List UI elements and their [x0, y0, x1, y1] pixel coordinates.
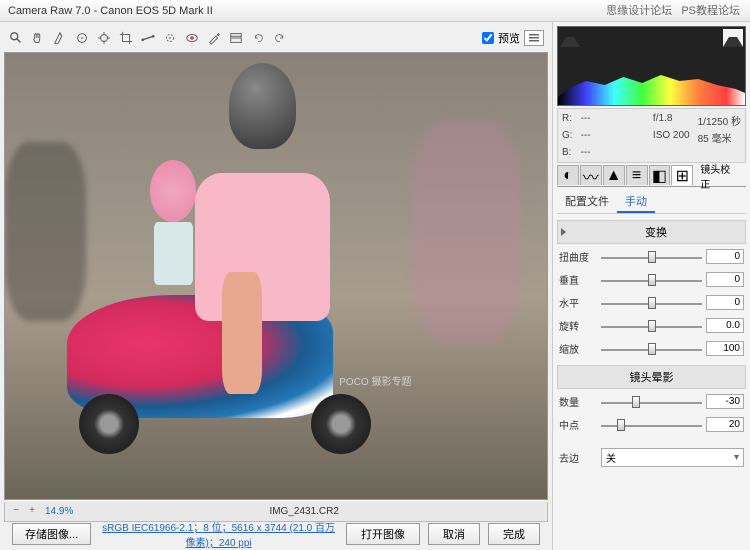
basic-tab-icon[interactable]: ◐ — [557, 165, 579, 185]
histogram[interactable] — [557, 26, 746, 106]
vertical-input[interactable] — [706, 272, 744, 287]
adjustment-brush-icon[interactable] — [206, 30, 222, 46]
scale-input[interactable] — [706, 341, 744, 356]
crop-tool-icon[interactable] — [118, 30, 134, 46]
midpoint-input[interactable] — [706, 417, 744, 432]
cancel-button[interactable]: 取消 — [428, 523, 480, 545]
panel-tabs: ◐ 〰 ▲ ≡ ◧ ⊞ 镜头校正 — [557, 165, 746, 187]
profile-subtab[interactable]: 配置文件 — [557, 191, 617, 213]
rotate-right-icon[interactable] — [272, 30, 288, 46]
zoom-tool-icon[interactable] — [8, 30, 24, 46]
detail-tab-icon[interactable]: ▲ — [603, 165, 625, 185]
rotate-slider[interactable] — [601, 319, 702, 333]
poco-watermark: POCO 摄影专题 — [339, 373, 411, 388]
target-adjust-icon[interactable] — [96, 30, 112, 46]
hand-tool-icon[interactable] — [30, 30, 46, 46]
preview-label: 预览 — [498, 30, 520, 46]
midpoint-slider[interactable] — [601, 418, 702, 432]
zoom-value[interactable]: 14.9% — [41, 506, 77, 517]
filename-label: IMG_2431.CR2 — [81, 506, 527, 517]
straighten-tool-icon[interactable] — [140, 30, 156, 46]
defringe-dropdown[interactable]: 关 — [601, 448, 744, 467]
split-tab-icon[interactable]: ◧ — [649, 165, 671, 185]
scale-slider[interactable] — [601, 342, 702, 356]
image-preview[interactable]: POCO 摄影专题 — [4, 52, 548, 500]
hsl-tab-icon[interactable]: ≡ — [626, 165, 648, 185]
white-balance-tool-icon[interactable] — [52, 30, 68, 46]
workflow-options-link[interactable]: sRGB IEC61966-2.1；8 位；5616 x 3744 (21.0 … — [99, 519, 338, 549]
amount-slider[interactable] — [601, 395, 702, 409]
window-title: Camera Raw 7.0 - Canon EOS 5D Mark II — [8, 5, 213, 17]
highlight-clip-icon[interactable] — [723, 29, 743, 47]
vertical-slider[interactable] — [601, 273, 702, 287]
spot-removal-icon[interactable] — [162, 30, 178, 46]
save-image-button[interactable]: 存储图像... — [12, 523, 91, 545]
horizontal-input[interactable] — [706, 295, 744, 310]
rotate-input[interactable] — [706, 318, 744, 333]
horizontal-slider[interactable] — [601, 296, 702, 310]
transform-section: 变换 — [557, 220, 746, 244]
distortion-slider[interactable] — [601, 250, 702, 264]
shadow-clip-icon[interactable] — [560, 29, 580, 47]
color-sampler-icon[interactable] — [74, 30, 90, 46]
preview-checkbox[interactable] — [482, 32, 494, 44]
zoom-in-button[interactable]: + — [25, 505, 39, 519]
distortion-input[interactable] — [706, 249, 744, 264]
vignette-section: 镜头晕影 — [557, 365, 746, 389]
zoom-out-button[interactable]: − — [9, 505, 23, 519]
lens-correction-label: 镜头校正 — [694, 161, 746, 191]
manual-subtab[interactable]: 手动 — [617, 191, 655, 213]
watermark: 思缘设计论坛 PS教程论坛 — [606, 2, 740, 18]
view-mode-button[interactable] — [524, 30, 544, 46]
amount-input[interactable] — [706, 394, 744, 409]
graduated-filter-icon[interactable] — [228, 30, 244, 46]
lens-tab-icon[interactable]: ⊞ — [671, 165, 693, 185]
curve-tab-icon[interactable]: 〰 — [580, 165, 602, 185]
toolbar: 预览 — [4, 26, 548, 50]
open-image-button[interactable]: 打开图像 — [346, 523, 420, 545]
rotate-left-icon[interactable] — [250, 30, 266, 46]
red-eye-icon[interactable] — [184, 30, 200, 46]
exif-panel: R:---f/1.81/1250 秒 G:---ISO 20085 毫米 B:-… — [557, 108, 746, 163]
done-button[interactable]: 完成 — [488, 523, 540, 545]
